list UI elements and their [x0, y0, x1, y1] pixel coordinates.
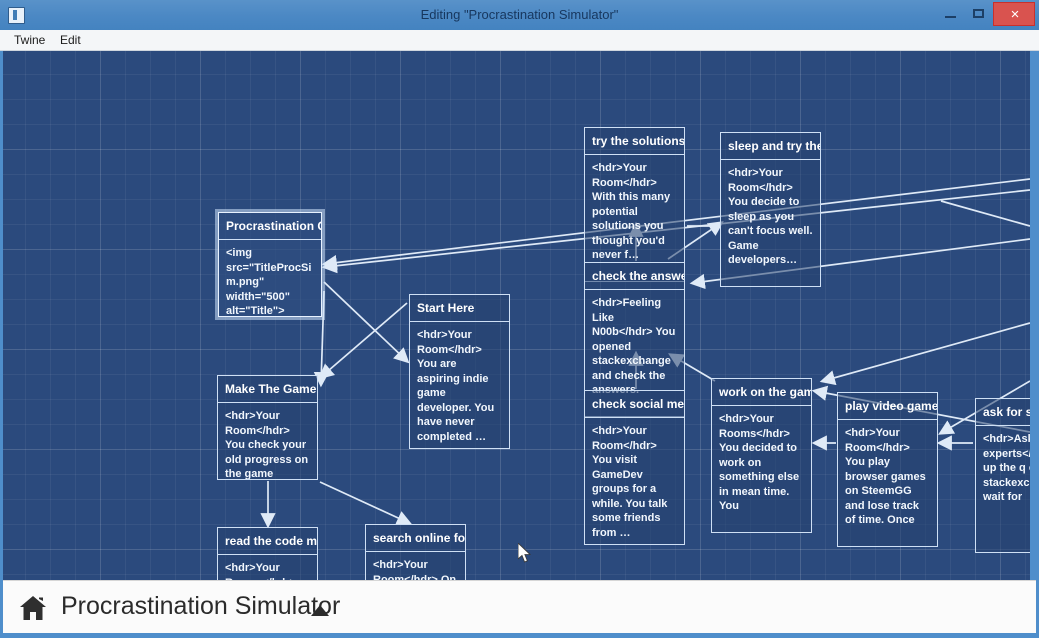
passage-card[interactable]: Start Here <hdr>Your Room</hdr> You are a…: [409, 294, 510, 449]
passage-title: read the code more c: [218, 528, 317, 555]
passage-card[interactable]: play video games <hdr>Your Room</hdr> You…: [837, 392, 938, 547]
passage-excerpt: <hdr>Your Rooms</hdr> You decided to wor…: [719, 413, 800, 512]
twine-editor-window: Editing "Procrastination Simulator" × Tw…: [0, 0, 1039, 638]
passage-card[interactable]: try the solutions <hdr>Your Room</hdr> Wi…: [584, 127, 685, 282]
story-title[interactable]: Procrastination Simulator: [61, 592, 340, 621]
passage-card[interactable]: search online for solu <hdr>Your Room</hd…: [365, 524, 466, 580]
menu-item-edit[interactable]: Edit: [54, 30, 87, 51]
passage-excerpt: <hdr>Your Room</hdr> With this many pote…: [592, 162, 671, 261]
passage-excerpt: <hdr>Your Room</hdr> You check your old …: [225, 410, 309, 480]
passage-title: sleep and try them to: [721, 133, 820, 160]
passage-title: Start Here: [410, 295, 509, 322]
passage-excerpt: <hdr>Feeling Like N00b</hdr> You opened …: [592, 297, 676, 396]
passage-card[interactable]: work on the game <hdr>Your Rooms</hdr> Yo…: [711, 378, 812, 533]
home-icon[interactable]: [19, 595, 47, 621]
mouse-cursor: [518, 543, 532, 563]
passage-title: search online for solu: [366, 525, 465, 552]
passage-title: Procrastination Ques: [219, 213, 321, 240]
menu-item-twine[interactable]: Twine: [8, 30, 51, 51]
passage-excerpt: <hdr>Your Room</hdr> On web: [373, 559, 457, 580]
window-title-bar[interactable]: Editing "Procrastination Simulator" ×: [0, 0, 1039, 31]
close-icon: ×: [1010, 6, 1020, 23]
passage-title: Make The Game: [218, 376, 317, 403]
passage-card[interactable]: sleep and try them to <hdr>Your Room</hdr…: [720, 132, 821, 287]
passage-excerpt: <hdr>Your Room</hdr> You visit GameDev g…: [592, 425, 668, 539]
passage-card[interactable]: read the code more c <hdr>Your Rooms</hdr…: [217, 527, 318, 580]
story-map-canvas[interactable]: Procrastination Ques <img src="TitleProcS…: [3, 51, 1030, 580]
passage-card[interactable]: ask for solu <hdr>Ask th experts</hd put …: [975, 398, 1030, 553]
passage-title: work on the game: [712, 379, 811, 406]
passage-card[interactable]: Procrastination Ques <img src="TitleProcS…: [215, 209, 325, 320]
close-button[interactable]: ×: [993, 2, 1035, 26]
passage-title: ask for solu: [976, 399, 1030, 426]
passage-card[interactable]: check social media <hdr>Your Room</hdr> Y…: [584, 390, 685, 545]
passage-excerpt: <hdr>Your Room</hdr> You are aspiring in…: [417, 329, 495, 443]
passage-title: check the answers to: [585, 263, 684, 290]
passage-title: play video games: [838, 393, 937, 420]
passage-excerpt: <hdr>Your Room</hdr> You decide to sleep…: [728, 167, 813, 266]
passage-excerpt: <hdr>Your Room</hdr> You play browser ga…: [845, 427, 926, 526]
maximize-button[interactable]: [965, 2, 993, 26]
passage-title: check social media: [585, 391, 684, 418]
menu-bar: Twine Edit: [0, 30, 1039, 51]
passage-excerpt: <hdr>Your Rooms</hdr> One: [225, 562, 296, 580]
minimize-button[interactable]: [937, 2, 965, 26]
passage-title: try the solutions: [585, 128, 684, 155]
passage-excerpt: <img src="TitleProcSim.png" width="500" …: [226, 247, 312, 317]
passage-excerpt: <hdr>Ask th experts</hd put up the q on …: [983, 433, 1030, 503]
bottom-toolbar: Procrastination Simulator: [3, 580, 1036, 633]
chevron-up-icon[interactable]: [311, 605, 329, 616]
window-title: Editing "Procrastination Simulator": [420, 7, 619, 22]
passage-card[interactable]: Make The Game <hdr>Your Room</hdr> You ch…: [217, 375, 318, 480]
